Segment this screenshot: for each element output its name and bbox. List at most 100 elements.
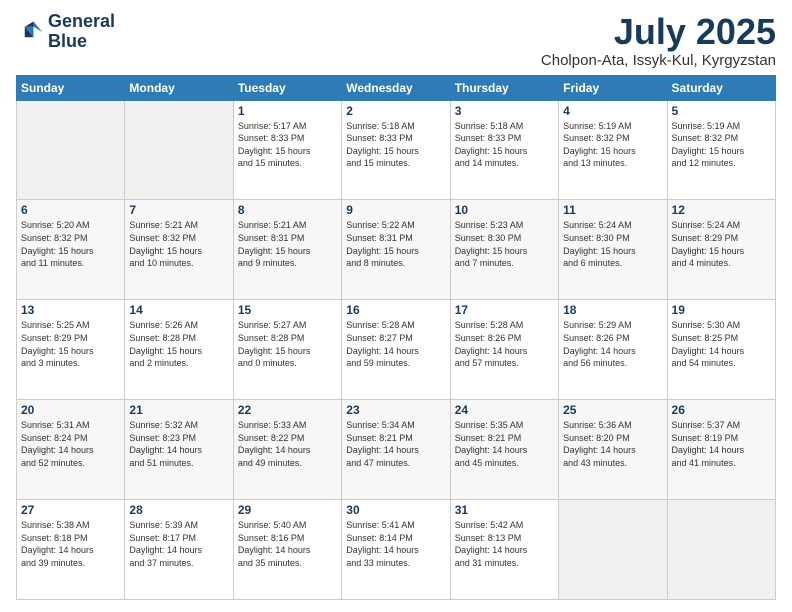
day-info: Sunrise: 5:20 AM Sunset: 8:32 PM Dayligh…: [21, 219, 120, 269]
day-number: 11: [563, 203, 662, 217]
logo-line1: General: [48, 12, 115, 32]
calendar-cell: 22 Sunrise: 5:33 AM Sunset: 8:22 PM Dayli…: [233, 400, 341, 500]
day-number: 6: [21, 203, 120, 217]
calendar-cell: 16 Sunrise: 5:28 AM Sunset: 8:27 PM Dayli…: [342, 300, 450, 400]
logo: General Blue: [16, 12, 115, 52]
calendar-cell: 21 Sunrise: 5:32 AM Sunset: 8:23 PM Dayli…: [125, 400, 233, 500]
weekday-header: Tuesday: [233, 75, 341, 100]
weekday-header: Wednesday: [342, 75, 450, 100]
day-number: 23: [346, 403, 445, 417]
day-number: 20: [21, 403, 120, 417]
day-number: 28: [129, 503, 228, 517]
calendar-cell: 3 Sunrise: 5:18 AM Sunset: 8:33 PM Daylig…: [450, 100, 558, 200]
day-number: 4: [563, 104, 662, 118]
day-info: Sunrise: 5:36 AM Sunset: 8:20 PM Dayligh…: [563, 419, 662, 469]
day-number: 3: [455, 104, 554, 118]
day-info: Sunrise: 5:24 AM Sunset: 8:30 PM Dayligh…: [563, 219, 662, 269]
day-number: 1: [238, 104, 337, 118]
calendar-cell: 12 Sunrise: 5:24 AM Sunset: 8:29 PM Dayli…: [667, 200, 775, 300]
day-number: 19: [672, 303, 771, 317]
calendar-cell: 15 Sunrise: 5:27 AM Sunset: 8:28 PM Dayli…: [233, 300, 341, 400]
day-info: Sunrise: 5:38 AM Sunset: 8:18 PM Dayligh…: [21, 519, 120, 569]
calendar-cell: [17, 100, 125, 200]
day-info: Sunrise: 5:34 AM Sunset: 8:21 PM Dayligh…: [346, 419, 445, 469]
calendar-cell: 6 Sunrise: 5:20 AM Sunset: 8:32 PM Daylig…: [17, 200, 125, 300]
calendar-cell: 8Sunrise: 5:21 AM Sunset: 8:31 PM Daylig…: [233, 200, 341, 300]
day-info: Sunrise: 5:18 AM Sunset: 8:33 PM Dayligh…: [346, 120, 445, 170]
calendar-cell: 19Sunrise: 5:30 AM Sunset: 8:25 PM Dayli…: [667, 300, 775, 400]
calendar-cell: 1 Sunrise: 5:17 AM Sunset: 8:33 PM Daylig…: [233, 100, 341, 200]
day-info: Sunrise: 5:33 AM Sunset: 8:22 PM Dayligh…: [238, 419, 337, 469]
calendar-cell: 4 Sunrise: 5:19 AM Sunset: 8:32 PM Daylig…: [559, 100, 667, 200]
day-number: 12: [672, 203, 771, 217]
day-info: Sunrise: 5:35 AM Sunset: 8:21 PM Dayligh…: [455, 419, 554, 469]
header: General Blue July 2025 Cholpon-Ata, Issy…: [16, 12, 776, 69]
calendar-week-row: 27 Sunrise: 5:38 AM Sunset: 8:18 PM Dayli…: [17, 500, 776, 600]
calendar-table: SundayMondayTuesdayWednesdayThursdayFrid…: [16, 75, 776, 600]
day-number: 22: [238, 403, 337, 417]
calendar-week-row: 13 Sunrise: 5:25 AM Sunset: 8:29 PM Dayli…: [17, 300, 776, 400]
calendar-cell: 23 Sunrise: 5:34 AM Sunset: 8:21 PM Dayli…: [342, 400, 450, 500]
page: General Blue July 2025 Cholpon-Ata, Issy…: [0, 0, 792, 612]
calendar-cell: 26Sunrise: 5:37 AM Sunset: 8:19 PM Dayli…: [667, 400, 775, 500]
calendar-header-row: SundayMondayTuesdayWednesdayThursdayFrid…: [17, 75, 776, 100]
day-info: Sunrise: 5:27 AM Sunset: 8:28 PM Dayligh…: [238, 319, 337, 369]
day-info: Sunrise: 5:21 AM Sunset: 8:32 PM Dayligh…: [129, 219, 228, 269]
day-info: Sunrise: 5:17 AM Sunset: 8:33 PM Dayligh…: [238, 120, 337, 170]
day-info: Sunrise: 5:32 AM Sunset: 8:23 PM Dayligh…: [129, 419, 228, 469]
calendar-cell: 25 Sunrise: 5:36 AM Sunset: 8:20 PM Dayli…: [559, 400, 667, 500]
day-info: Sunrise: 5:42 AM Sunset: 8:13 PM Dayligh…: [455, 519, 554, 569]
calendar-cell: 30 Sunrise: 5:41 AM Sunset: 8:14 PM Dayli…: [342, 500, 450, 600]
month-title: July 2025: [541, 12, 776, 52]
day-info: Sunrise: 5:28 AM Sunset: 8:26 PM Dayligh…: [455, 319, 554, 369]
calendar-cell: 13 Sunrise: 5:25 AM Sunset: 8:29 PM Dayli…: [17, 300, 125, 400]
day-number: 29: [238, 503, 337, 517]
day-info: Sunrise: 5:24 AM Sunset: 8:29 PM Dayligh…: [672, 219, 771, 269]
day-number: 5: [672, 104, 771, 118]
day-info: Sunrise: 5:40 AM Sunset: 8:16 PM Dayligh…: [238, 519, 337, 569]
day-number: 15: [238, 303, 337, 317]
day-number: 18: [563, 303, 662, 317]
day-number: 10: [455, 203, 554, 217]
calendar-cell: [125, 100, 233, 200]
location-title: Cholpon-Ata, Issyk-Kul, Kyrgyzstan: [541, 52, 776, 69]
weekday-header: Monday: [125, 75, 233, 100]
day-number: 2: [346, 104, 445, 118]
weekday-header: Saturday: [667, 75, 775, 100]
day-number: 9: [346, 203, 445, 217]
day-info: Sunrise: 5:25 AM Sunset: 8:29 PM Dayligh…: [21, 319, 120, 369]
calendar-week-row: 6 Sunrise: 5:20 AM Sunset: 8:32 PM Daylig…: [17, 200, 776, 300]
day-number: 13: [21, 303, 120, 317]
weekday-header: Friday: [559, 75, 667, 100]
day-info: Sunrise: 5:19 AM Sunset: 8:32 PM Dayligh…: [672, 120, 771, 170]
day-info: Sunrise: 5:41 AM Sunset: 8:14 PM Dayligh…: [346, 519, 445, 569]
day-number: 21: [129, 403, 228, 417]
calendar-cell: 5 Sunrise: 5:19 AM Sunset: 8:32 PM Daylig…: [667, 100, 775, 200]
day-info: Sunrise: 5:19 AM Sunset: 8:32 PM Dayligh…: [563, 120, 662, 170]
day-number: 24: [455, 403, 554, 417]
calendar-cell: 2 Sunrise: 5:18 AM Sunset: 8:33 PM Daylig…: [342, 100, 450, 200]
day-info: Sunrise: 5:18 AM Sunset: 8:33 PM Dayligh…: [455, 120, 554, 170]
calendar-cell: 10 Sunrise: 5:23 AM Sunset: 8:30 PM Dayli…: [450, 200, 558, 300]
calendar-cell: 9Sunrise: 5:22 AM Sunset: 8:31 PM Daylig…: [342, 200, 450, 300]
day-number: 14: [129, 303, 228, 317]
day-number: 27: [21, 503, 120, 517]
day-number: 8: [238, 203, 337, 217]
calendar-cell: 17Sunrise: 5:28 AM Sunset: 8:26 PM Dayli…: [450, 300, 558, 400]
day-info: Sunrise: 5:28 AM Sunset: 8:27 PM Dayligh…: [346, 319, 445, 369]
calendar-cell: 11 Sunrise: 5:24 AM Sunset: 8:30 PM Dayli…: [559, 200, 667, 300]
day-number: 16: [346, 303, 445, 317]
calendar-cell: 28 Sunrise: 5:39 AM Sunset: 8:17 PM Dayli…: [125, 500, 233, 600]
calendar-cell: [559, 500, 667, 600]
day-number: 30: [346, 503, 445, 517]
day-info: Sunrise: 5:29 AM Sunset: 8:26 PM Dayligh…: [563, 319, 662, 369]
day-number: 25: [563, 403, 662, 417]
calendar-cell: 7Sunrise: 5:21 AM Sunset: 8:32 PM Daylig…: [125, 200, 233, 300]
day-info: Sunrise: 5:37 AM Sunset: 8:19 PM Dayligh…: [672, 419, 771, 469]
day-number: 31: [455, 503, 554, 517]
day-info: Sunrise: 5:23 AM Sunset: 8:30 PM Dayligh…: [455, 219, 554, 269]
day-info: Sunrise: 5:39 AM Sunset: 8:17 PM Dayligh…: [129, 519, 228, 569]
logo-text: General Blue: [48, 12, 115, 52]
calendar-cell: 31 Sunrise: 5:42 AM Sunset: 8:13 PM Dayli…: [450, 500, 558, 600]
weekday-header: Thursday: [450, 75, 558, 100]
